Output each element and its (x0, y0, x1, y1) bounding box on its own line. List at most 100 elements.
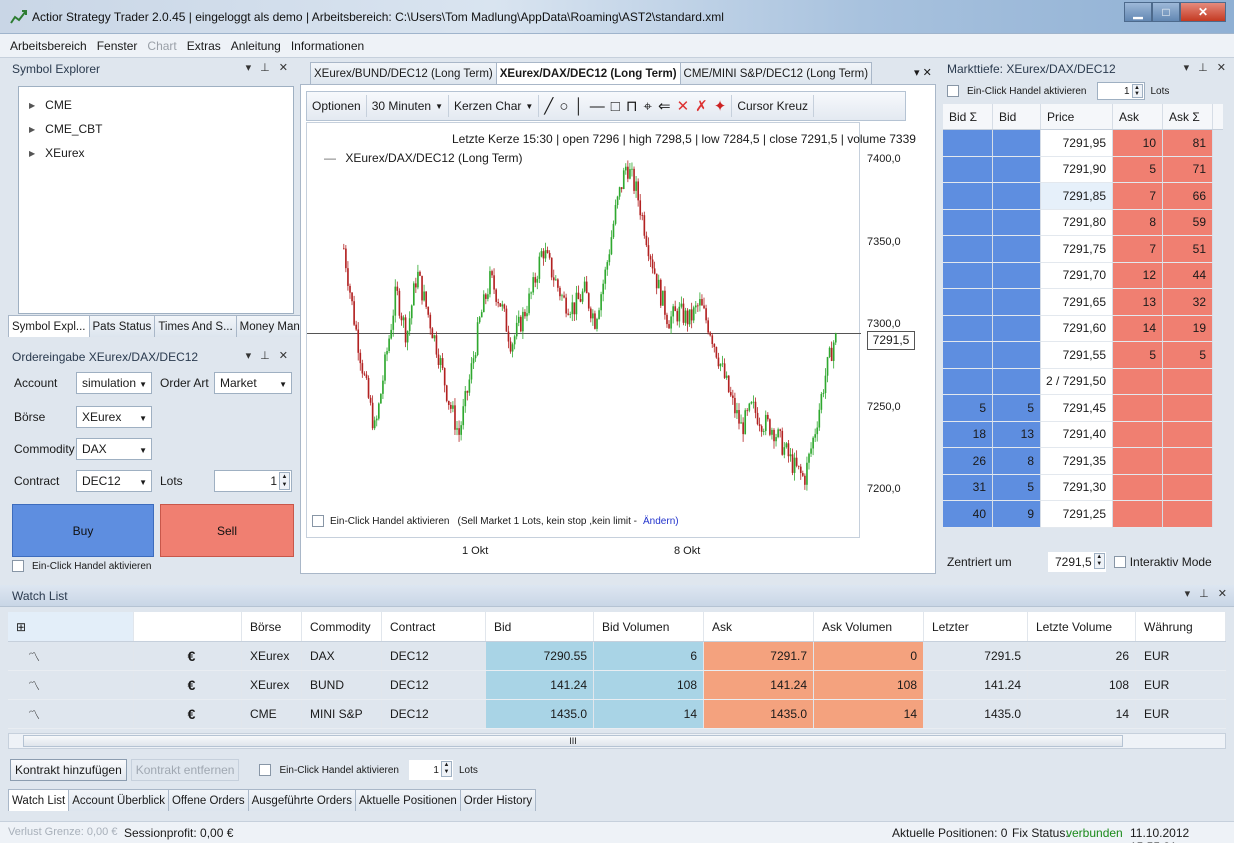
md-price-cell[interactable]: 7291,65 (1041, 289, 1113, 316)
menu-fenster[interactable]: Fenster (97, 39, 138, 53)
md-asksum-cell[interactable]: 44 (1163, 262, 1213, 289)
wl-cell-ask-volume[interactable]: 14 (814, 700, 924, 728)
wl-horizontal-scrollbar[interactable]: III (8, 733, 1226, 749)
arrow-tool-icon[interactable]: ⇐ (658, 97, 671, 115)
wl-cell-ask[interactable]: 141.24 (704, 671, 814, 699)
delete-tool-icon[interactable]: ✕ (677, 97, 690, 115)
wl-cell-contract[interactable]: DEC12 (382, 671, 486, 699)
md-row[interactable]: 5 5 7291,45 (943, 395, 1223, 422)
table-row[interactable]: 〽 € CME MINI S&P DEC12 1435.0 14 1435.0 14 1435.0… (8, 700, 1226, 729)
md-bidsum-cell[interactable]: 40 (943, 501, 993, 528)
md-asksum-cell[interactable] (1163, 421, 1213, 448)
tab-account-overview[interactable]: Account Überblick (68, 789, 169, 811)
wl-cell-ask-volume[interactable]: 108 (814, 671, 924, 699)
md-bid-cell[interactable] (993, 342, 1041, 369)
md-ask-cell[interactable] (1113, 395, 1163, 422)
menu-anleitung[interactable]: Anleitung (231, 39, 281, 53)
md-ask-cell[interactable] (1113, 421, 1163, 448)
md-bid-cell[interactable] (993, 209, 1041, 236)
wl-cell-ask[interactable]: 1435.0 (704, 700, 814, 728)
wl-cell-contract[interactable]: DEC12 (382, 642, 486, 670)
wl-cell-bid-volume[interactable]: 14 (594, 700, 704, 728)
sell-button[interactable]: Sell (160, 504, 294, 557)
md-price-cell[interactable]: 7291,70 (1041, 262, 1113, 289)
spin-arrows-icon[interactable]: ▲ ▼ (1093, 553, 1105, 569)
md-row[interactable]: 31 5 7291,30 (943, 474, 1223, 501)
md-price-cell[interactable]: 7291,40 (1041, 421, 1113, 448)
menu-informationen[interactable]: Informationen (291, 39, 364, 53)
horizontal-line-tool-icon[interactable]: — (590, 98, 605, 115)
tab-current-positions[interactable]: Aktuelle Positionen (354, 789, 461, 811)
spin-arrows-icon[interactable]: ▲ ▼ (440, 761, 452, 777)
md-ask-cell[interactable] (1113, 448, 1163, 475)
md-lots-stepper[interactable]: 1 ▲ ▼ (1096, 82, 1145, 100)
cursor-mode-button[interactable]: Cursor Kreuz (732, 95, 814, 117)
rectangle-tool-icon[interactable]: □ (611, 98, 620, 115)
chart-canvas[interactable] (306, 122, 861, 539)
md-bidsum-cell[interactable] (943, 183, 993, 210)
centered-stepper[interactable]: 7291,5 ▲ ▼ (1047, 552, 1106, 572)
close-icon[interactable]: ✕ (1180, 2, 1226, 22)
wl-header-boerse[interactable]: Börse (242, 612, 302, 641)
md-bid-cell[interactable] (993, 368, 1041, 395)
md-ask-cell[interactable] (1113, 501, 1163, 528)
menu-arbeitsbereich[interactable]: Arbeitsbereich (10, 39, 87, 53)
panel-controls-icon[interactable]: ▾ ⊥ ✕ (1184, 61, 1229, 74)
wl-cell-commodity[interactable]: DAX (302, 642, 382, 670)
md-row[interactable]: 7291,80 8 59 (943, 209, 1223, 236)
md-bid-cell[interactable] (993, 262, 1041, 289)
wl-header-currency[interactable]: Währung (1136, 612, 1226, 641)
md-asksum-cell[interactable] (1163, 395, 1213, 422)
md-header-bidsum[interactable]: Bid Σ (943, 104, 993, 129)
wl-cell-bid[interactable]: 1435.0 (486, 700, 594, 728)
md-row[interactable]: 7291,95 10 81 (943, 130, 1223, 157)
md-row[interactable]: 7291,60 14 19 (943, 315, 1223, 342)
md-bidsum-cell[interactable] (943, 130, 993, 157)
md-bid-cell[interactable] (993, 289, 1041, 316)
tree-item-xeurex[interactable]: ▶ XEurex (19, 141, 293, 165)
chart-type-dropdown[interactable]: Kerzen Char ▼ (449, 95, 540, 117)
md-bid-cell[interactable] (993, 236, 1041, 263)
tab-pats-status[interactable]: Pats Status (88, 315, 156, 337)
md-price-cell[interactable]: 7291,60 (1041, 315, 1113, 342)
md-price-cell[interactable]: 7291,90 (1041, 156, 1113, 183)
tab-sp-chart[interactable]: CME/MINI S&P/DEC12 (Long Term) (679, 62, 873, 84)
md-price-cell[interactable]: 7291,45 (1041, 395, 1113, 422)
tab-dax-chart[interactable]: XEurex/DAX/DEC12 (Long Term) (495, 62, 681, 84)
md-ask-cell[interactable]: 13 (1113, 289, 1163, 316)
md-bidsum-cell[interactable] (943, 156, 993, 183)
md-row[interactable]: 7291,65 13 32 (943, 289, 1223, 316)
md-ask-cell[interactable]: 7 (1113, 236, 1163, 263)
lots-stepper[interactable]: 1 ▲ ▼ (214, 470, 292, 492)
md-price-cell[interactable]: 7291,95 (1041, 130, 1113, 157)
menu-chart[interactable]: Chart (147, 39, 176, 53)
wl-cell-currency[interactable]: EUR (1136, 642, 1226, 670)
md-bidsum-cell[interactable]: 18 (943, 421, 993, 448)
interactive-mode-checkbox[interactable] (1113, 556, 1126, 568)
wl-cell-commodity[interactable]: MINI S&P (302, 700, 382, 728)
md-bidsum-cell[interactable] (943, 342, 993, 369)
chart-doc-controls-icon[interactable]: ▾ ✕ (914, 66, 932, 79)
scrollbar-thumb[interactable]: III (23, 735, 1123, 747)
tab-executed-orders[interactable]: Ausgeführte Orders (247, 789, 356, 811)
expand-icon[interactable]: ▶ (29, 101, 35, 110)
wl-cell-contract[interactable]: DEC12 (382, 700, 486, 728)
table-row[interactable]: 〽 € XEurex DAX DEC12 7290.55 6 7291.7 0 7291.5 26 E… (8, 642, 1226, 671)
md-header-asksum[interactable]: Ask Σ (1163, 104, 1213, 129)
table-row[interactable]: 〽 € XEurex BUND DEC12 141.24 108 141.24 108 141.2… (8, 671, 1226, 700)
delete-all-icon[interactable]: ✗ (695, 97, 708, 115)
md-asksum-cell[interactable]: 81 (1163, 130, 1213, 157)
contract-select[interactable]: DEC12 ▼ (76, 470, 152, 492)
tab-open-orders[interactable]: Offene Orders (167, 789, 249, 811)
md-row[interactable]: 7291,70 12 44 (943, 262, 1223, 289)
md-bidsum-cell[interactable] (943, 262, 993, 289)
md-bid-cell[interactable]: 13 (993, 421, 1041, 448)
panel-controls-icon[interactable]: ▾ ⊥ ✕ (246, 349, 291, 362)
md-bidsum-cell[interactable]: 26 (943, 448, 993, 475)
md-row[interactable]: 7291,85 7 66 (943, 183, 1223, 210)
candlestick-chart[interactable] (307, 123, 861, 539)
wl-cell-last[interactable]: 1435.0 (924, 700, 1028, 728)
md-header-bid[interactable]: Bid (993, 104, 1041, 129)
wl-cell-boerse[interactable]: CME (242, 700, 302, 728)
tab-bund-chart[interactable]: XEurex/BUND/DEC12 (Long Term) (310, 62, 497, 84)
